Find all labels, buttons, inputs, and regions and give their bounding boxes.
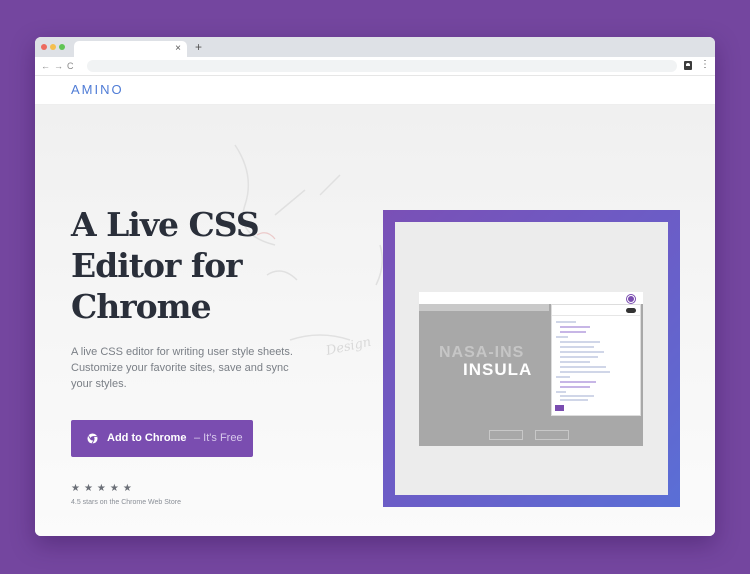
rating-text: 4.5 stars on the Chrome Web Store bbox=[71, 499, 181, 506]
preview-editor-panel bbox=[551, 304, 641, 416]
cta-label: Add to Chrome bbox=[107, 432, 187, 444]
preview-button bbox=[489, 430, 523, 440]
browser-window: × + ← → C ⋮ AMINO Design A Live CSS Edit… bbox=[35, 37, 715, 536]
cta-suffix: – It's Free bbox=[194, 432, 243, 444]
address-bar[interactable] bbox=[87, 60, 677, 72]
forward-arrow-icon[interactable]: → bbox=[54, 60, 63, 72]
hero-subtitle: A live CSS editor for writing user style… bbox=[71, 346, 293, 390]
close-icon[interactable]: × bbox=[175, 42, 181, 56]
star-rating: ★★★★★ bbox=[71, 483, 136, 494]
preview-extension-icon bbox=[627, 295, 635, 303]
hero-title: A Live CSS Editor for Chrome bbox=[71, 205, 260, 326]
browser-tab[interactable]: × bbox=[74, 41, 187, 57]
hero-section: Design A Live CSS Editor for Chrome A li… bbox=[35, 105, 715, 536]
preview-site-nav bbox=[419, 304, 549, 311]
close-window-button[interactable] bbox=[41, 44, 47, 50]
preview-browser-bar bbox=[419, 292, 643, 304]
browser-toolbar: ← → C ⋮ bbox=[35, 57, 715, 76]
preview-frame-inner: NASA-INS INSULA bbox=[395, 222, 668, 495]
amino-logo[interactable]: AMINO bbox=[71, 82, 124, 97]
preview-toggle bbox=[626, 308, 636, 313]
preview-screenshot: NASA-INS INSULA bbox=[419, 292, 643, 446]
maximize-window-button[interactable] bbox=[59, 44, 65, 50]
plus-icon[interactable]: + bbox=[195, 40, 202, 54]
tab-bar: × + bbox=[35, 37, 715, 57]
preview-editor-header bbox=[552, 305, 640, 316]
minimize-window-button[interactable] bbox=[50, 44, 56, 50]
preview-headline: INSULA bbox=[463, 360, 533, 379]
site-header: AMINO bbox=[35, 76, 715, 105]
preview-save-button bbox=[555, 405, 564, 411]
reload-icon[interactable]: C bbox=[67, 60, 74, 72]
chrome-icon bbox=[87, 433, 98, 444]
preview-frame: NASA-INS INSULA bbox=[383, 210, 680, 507]
preview-button bbox=[535, 430, 569, 440]
extension-icon[interactable] bbox=[684, 61, 692, 70]
back-arrow-icon[interactable]: ← bbox=[41, 60, 50, 72]
kebab-menu-icon[interactable]: ⋮ bbox=[700, 59, 710, 71]
svg-text:Design: Design bbox=[324, 335, 373, 359]
add-to-chrome-button[interactable]: Add to Chrome – It's Free bbox=[71, 420, 253, 457]
